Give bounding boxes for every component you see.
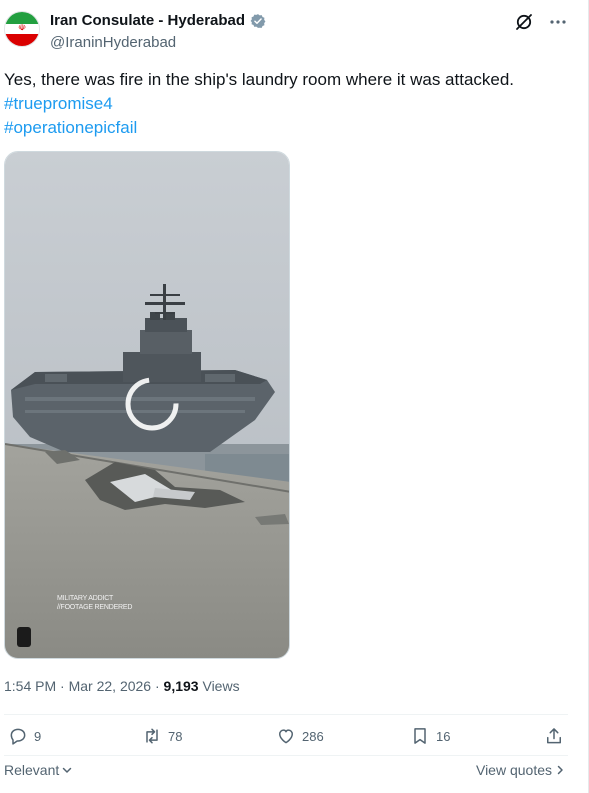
repost-icon <box>146 728 158 744</box>
like-count: 286 <box>302 728 324 744</box>
tweet-meta: 1:54 PM · Mar 22, 2026 · 9,193 Views <box>4 678 240 694</box>
share-button[interactable] <box>544 726 564 746</box>
flag-red-band <box>5 34 39 46</box>
view-quotes-label: View quotes <box>475 762 552 778</box>
tweet-header-actions <box>514 12 568 32</box>
grok-icon[interactable] <box>514 12 534 32</box>
repost-button[interactable]: 78 <box>142 726 182 746</box>
tweet-time[interactable]: 1:54 PM <box>4 678 56 694</box>
watermark-line: //FOOTAGE RENDERED <box>57 604 133 611</box>
video-frame <box>5 152 289 658</box>
share-icon <box>547 728 561 744</box>
video-player[interactable]: MILITARY ADDICT //FOOTAGE RENDERED <box>4 151 290 659</box>
sort-replies-button[interactable]: Relevant <box>4 762 73 778</box>
watermark-line: MILITARY ADDICT <box>57 595 114 602</box>
author-display-name[interactable]: Iran Consulate - Hyderabad <box>50 12 245 29</box>
flag-green-band <box>5 12 39 24</box>
bookmark-icon <box>414 728 426 744</box>
divider <box>4 714 568 715</box>
repost-count: 78 <box>168 728 183 744</box>
video-watermark: MILITARY ADDICT //FOOTAGE RENDERED <box>57 594 132 612</box>
author-handle[interactable]: @IraninHyderabad <box>50 34 176 51</box>
hashtag-link[interactable]: #truepromise4 <box>4 92 579 116</box>
divider <box>4 755 568 756</box>
chevron-right-icon <box>557 765 563 775</box>
tweet-actions: 9 78 286 16 <box>4 726 568 752</box>
views-count: 9,193 <box>163 678 199 694</box>
tweet-text: Yes, there was fire in the ship's laundr… <box>4 68 579 140</box>
bookmark-button[interactable]: 16 <box>410 726 450 746</box>
chevron-down-icon <box>63 767 72 773</box>
like-button[interactable]: 286 <box>276 726 324 746</box>
views-label: Views <box>202 678 240 694</box>
hashtag-link[interactable]: #operationepicfail <box>4 116 579 140</box>
like-icon <box>279 729 293 744</box>
tweet-body: Yes, there was fire in the ship's laundr… <box>4 70 515 89</box>
reply-button[interactable]: 9 <box>8 726 41 746</box>
reply-icon <box>10 728 26 745</box>
flag-emblem-icon: ☫ <box>17 23 27 34</box>
meta-separator: · <box>151 678 164 694</box>
verified-badge-icon <box>250 13 266 28</box>
tweet-date[interactable]: Mar 22, 2026 <box>69 678 152 694</box>
sort-label: Relevant <box>4 762 60 778</box>
view-quotes-link[interactable]: View quotes <box>476 762 566 778</box>
tweet-card: ☫ Iran Consulate - Hyderabad @IraninHyde… <box>0 0 589 793</box>
bookmark-count: 16 <box>436 728 451 744</box>
video-badge-icon <box>17 627 31 647</box>
more-icon[interactable] <box>548 12 568 32</box>
meta-separator: · <box>56 678 69 694</box>
reply-count: 9 <box>34 728 42 744</box>
author-name-row: Iran Consulate - Hyderabad <box>50 12 266 29</box>
avatar[interactable]: ☫ <box>4 11 40 47</box>
